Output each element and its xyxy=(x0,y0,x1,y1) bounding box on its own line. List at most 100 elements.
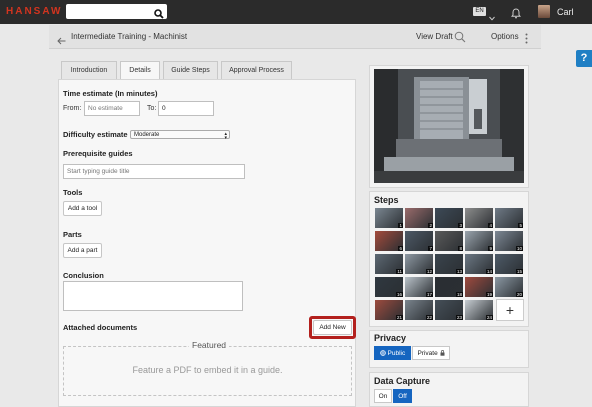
step-number: 23 xyxy=(455,315,463,320)
step-number: 16 xyxy=(395,292,403,297)
step-thumbnail[interactable]: 2 xyxy=(405,208,433,228)
tab-approval-process[interactable]: Approval Process xyxy=(221,61,292,79)
lock-icon xyxy=(440,350,445,357)
tab-introduction[interactable]: Introduction xyxy=(61,61,117,79)
prerequisite-input[interactable]: Start typing guide title xyxy=(63,164,245,179)
step-number: 4 xyxy=(488,223,493,228)
privacy-private-label: Private xyxy=(417,350,438,357)
step-thumbnail[interactable]: 11 xyxy=(375,254,403,274)
back-arrow-icon[interactable] xyxy=(57,32,66,50)
step-thumbnail[interactable]: 19 xyxy=(465,277,493,297)
step-number: 8 xyxy=(458,246,463,251)
step-number: 1 xyxy=(398,223,403,228)
step-thumbnail[interactable]: 3 xyxy=(435,208,463,228)
step-thumbnail[interactable]: 5 xyxy=(495,208,523,228)
tab-guide-steps[interactable]: Guide Steps xyxy=(163,61,218,79)
step-number: 20 xyxy=(515,292,523,297)
step-number: 15 xyxy=(515,269,523,274)
add-part-button[interactable]: Add a part xyxy=(63,243,102,258)
guide-title: Intermediate Training - Machinist xyxy=(71,32,188,41)
conclusion-textarea[interactable] xyxy=(63,281,243,311)
step-thumbnail[interactable]: 15 xyxy=(495,254,523,274)
capture-off-button[interactable]: Off xyxy=(393,389,412,403)
language-badge[interactable]: EN xyxy=(473,7,486,16)
step-number: 10 xyxy=(515,246,523,251)
step-thumbnail[interactable]: 12 xyxy=(405,254,433,274)
difficulty-select[interactable]: Moderate ▴ ▾ xyxy=(130,130,230,141)
avatar[interactable] xyxy=(538,5,550,18)
step-number: 24 xyxy=(485,315,493,320)
top-bar: HANSAW EN Carl xyxy=(0,0,592,24)
kebab-menu-icon[interactable] xyxy=(525,31,528,49)
chevron-down-icon[interactable] xyxy=(489,8,495,26)
featured-title: Featured xyxy=(189,340,230,350)
difficulty-value: Moderate xyxy=(134,131,160,138)
time-to-input[interactable]: 0 xyxy=(158,101,214,116)
step-number: 19 xyxy=(485,292,493,297)
help-button[interactable]: ? xyxy=(576,50,592,67)
options-menu[interactable]: Options xyxy=(491,32,519,41)
from-label: From: xyxy=(63,105,82,112)
step-number: 21 xyxy=(395,315,403,320)
step-number: 18 xyxy=(455,292,463,297)
search-icon[interactable] xyxy=(454,30,466,48)
step-thumbnail[interactable]: 8 xyxy=(435,231,463,251)
data-capture-heading: Data Capture xyxy=(374,376,431,386)
step-number: 3 xyxy=(458,223,463,228)
privacy-public-button[interactable]: Public xyxy=(374,346,411,360)
privacy-heading: Privacy xyxy=(374,333,407,343)
step-number: 17 xyxy=(425,292,433,297)
guide-main-image[interactable] xyxy=(374,69,524,183)
step-thumbnail[interactable]: 10 xyxy=(495,231,523,251)
select-arrows-icon: ▴ ▾ xyxy=(224,131,227,141)
tools-heading: Tools xyxy=(63,188,83,197)
step-number: 6 xyxy=(398,246,403,251)
logo[interactable]: HANSAW xyxy=(6,6,62,17)
capture-on-button[interactable]: On xyxy=(374,389,392,403)
step-thumbnail[interactable]: 17 xyxy=(405,277,433,297)
step-thumbnail[interactable]: 13 xyxy=(435,254,463,274)
attached-documents-heading: Attached documents xyxy=(63,323,138,332)
step-thumbnail[interactable]: 1 xyxy=(375,208,403,228)
step-thumbnail[interactable]: 24 xyxy=(465,300,493,320)
parts-heading: Parts xyxy=(63,230,82,239)
steps-heading: Steps xyxy=(374,195,399,205)
step-number: 14 xyxy=(485,269,493,274)
add-step-button[interactable]: + xyxy=(496,299,524,321)
user-name[interactable]: Carl xyxy=(557,7,574,17)
step-thumbnail[interactable]: 23 xyxy=(435,300,463,320)
step-thumbnail[interactable]: 22 xyxy=(405,300,433,320)
step-thumbnail[interactable]: 6 xyxy=(375,231,403,251)
step-thumbnail[interactable]: 4 xyxy=(465,208,493,228)
highlight-box xyxy=(309,316,356,339)
difficulty-label: Difficulty estimate xyxy=(63,130,128,139)
step-number: 12 xyxy=(425,269,433,274)
add-tool-button[interactable]: Add a tool xyxy=(63,201,102,216)
step-number: 7 xyxy=(428,246,433,251)
search-icon[interactable] xyxy=(154,6,164,24)
step-thumbnail[interactable]: 16 xyxy=(375,277,403,297)
step-thumbnail[interactable]: 20 xyxy=(495,277,523,297)
step-number: 11 xyxy=(396,269,403,274)
to-label: To: xyxy=(147,105,157,112)
step-number: 5 xyxy=(518,223,523,228)
breadcrumb-bar: Intermediate Training - Machinist View D… xyxy=(49,25,541,49)
step-thumbnail[interactable]: 21 xyxy=(375,300,403,320)
time-from-input[interactable]: No estimate xyxy=(84,101,140,116)
step-thumbnail[interactable]: 7 xyxy=(405,231,433,251)
plus-icon: + xyxy=(505,302,515,318)
step-thumbnail[interactable]: 14 xyxy=(465,254,493,274)
step-thumbnail[interactable]: 18 xyxy=(435,277,463,297)
bell-icon[interactable] xyxy=(510,6,522,24)
tab-details[interactable]: Details xyxy=(120,61,160,80)
globe-icon xyxy=(379,350,388,357)
privacy-public-label: Public xyxy=(387,350,406,357)
step-number: 9 xyxy=(488,246,493,251)
search-input[interactable] xyxy=(66,4,167,19)
privacy-private-button[interactable]: Private xyxy=(412,346,450,360)
featured-hint: Feature a PDF to embed it in a guide. xyxy=(132,365,283,375)
time-estimate-heading: Time estimate (In minutes) xyxy=(63,89,158,98)
step-thumbnail[interactable]: 9 xyxy=(465,231,493,251)
view-draft-link[interactable]: View Draft xyxy=(416,32,453,41)
prerequisite-heading: Prerequisite guides xyxy=(63,149,133,158)
